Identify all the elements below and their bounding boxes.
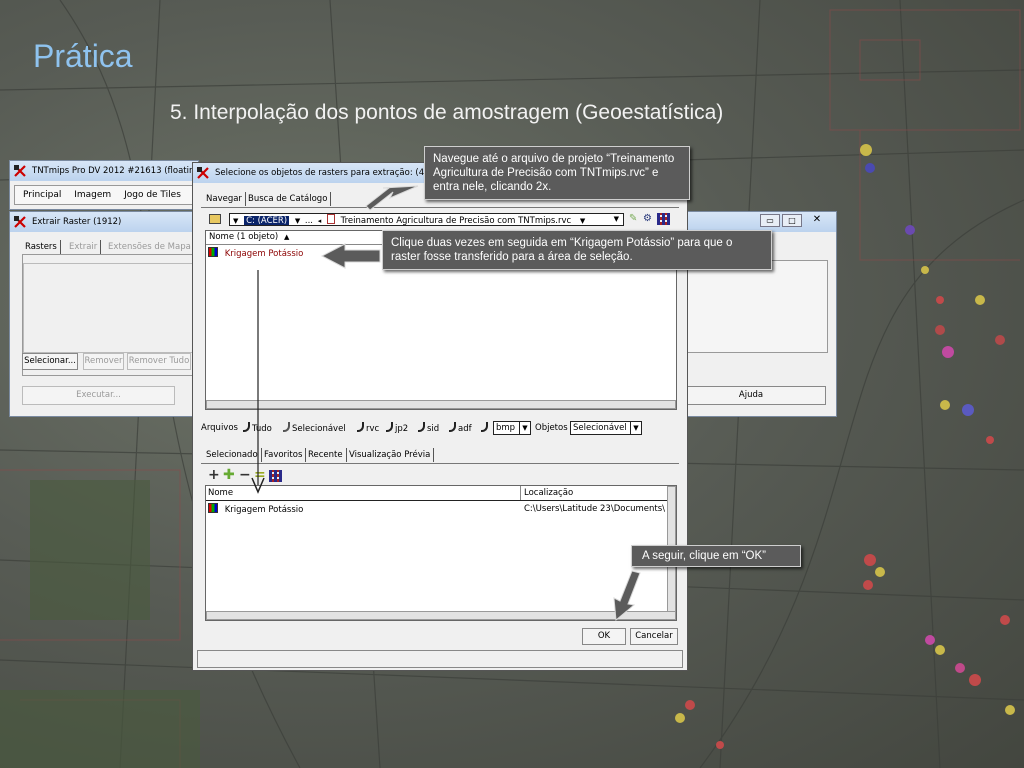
- slide: Prática 5. Interpolação dos pontos de am…: [0, 0, 1024, 768]
- annotation-arrows: [251, 185, 641, 621]
- arrow-to-path-bar: [365, 185, 419, 211]
- arrow-to-ok-button: [613, 570, 641, 621]
- arrow-to-list-item: [320, 243, 381, 269]
